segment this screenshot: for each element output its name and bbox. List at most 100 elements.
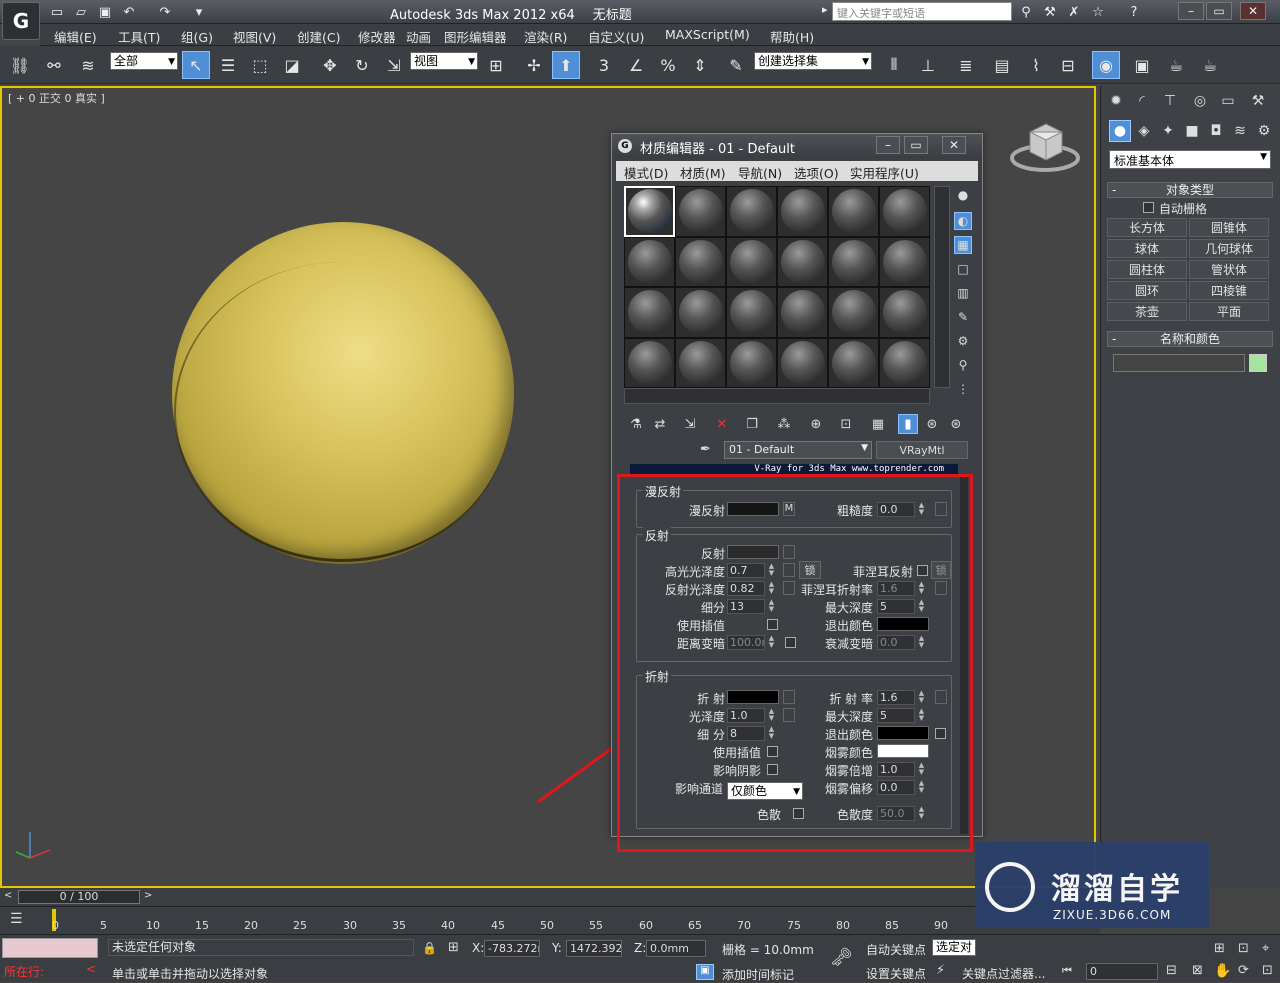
menu-customize[interactable]: 自定义(U) [588, 27, 644, 46]
sample-slot[interactable] [726, 287, 777, 338]
quick-access-dropdown-icon[interactable]: ▾ [190, 3, 208, 21]
me-menu-navigation[interactable]: 导航(N) [738, 163, 782, 182]
align-icon[interactable]: ⊥ [914, 51, 942, 79]
pivot-center-icon[interactable]: ⊞ [482, 51, 510, 79]
reset-map-icon[interactable]: ✕ [712, 414, 732, 434]
sample-type-icon[interactable]: ● [954, 186, 972, 204]
sample-slot[interactable] [675, 287, 726, 338]
open-file-icon[interactable]: ▱ [72, 3, 90, 21]
sample-slot[interactable] [675, 337, 726, 388]
modify-tab-icon[interactable]: ◜ [1131, 90, 1153, 112]
backlight-icon[interactable]: ◐ [954, 212, 972, 230]
expand-search-icon[interactable]: ▸ [822, 3, 828, 16]
save-file-icon[interactable]: ▣ [96, 3, 114, 21]
move-icon[interactable]: ✥ [316, 51, 344, 79]
mirror-icon[interactable]: ⫴ [880, 51, 908, 79]
material-type-button[interactable]: VRayMtl [876, 441, 968, 459]
pyramid-button[interactable]: 四棱锥 [1189, 281, 1269, 300]
menu-edit[interactable]: 编辑(E) [54, 27, 97, 46]
maximize-viewport-icon[interactable]: ⊠ [1192, 963, 1203, 978]
primitive-category-dropdown[interactable]: 标准基本体 [1109, 150, 1271, 169]
close-button[interactable]: ✕ [1240, 2, 1266, 20]
minimize-button[interactable]: – [1178, 2, 1204, 20]
zoom-extents-icon[interactable]: ⊞ [1214, 941, 1225, 956]
pick-material-eyedropper-icon[interactable]: ✒ [700, 442, 711, 457]
time-next-icon[interactable]: > [144, 890, 152, 901]
sample-slot[interactable] [777, 236, 828, 287]
sample-slot[interactable] [828, 236, 879, 287]
me-menu-modes[interactable]: 模式(D) [624, 163, 668, 182]
curve-editor-icon[interactable]: ⌇ [1022, 51, 1050, 79]
sample-slot[interactable] [624, 287, 675, 338]
sample-slot[interactable] [828, 337, 879, 388]
menu-animation[interactable]: 动画 [406, 27, 431, 46]
key-icon[interactable]: 🗝 [830, 947, 853, 968]
menu-modifiers[interactable]: 修改器 [358, 27, 396, 46]
maximize-button[interactable]: ▭ [1206, 2, 1232, 20]
create-tab-icon[interactable]: ✹ [1105, 90, 1127, 112]
named-selection-set-dropdown[interactable]: 创建选择集 [754, 52, 872, 70]
key-mode-dropdown[interactable]: 选定对 [932, 939, 976, 956]
copy-material-icon[interactable]: ❐ [742, 414, 762, 434]
reference-coordinate-dropdown[interactable]: 视图 [410, 52, 478, 70]
lock-selection-icon[interactable]: 🔒 [422, 941, 437, 955]
name-and-color-rollout[interactable]: 名称和颜色 [1107, 331, 1273, 347]
get-material-icon[interactable]: ⚗ [626, 414, 646, 434]
spacewarps-icon[interactable]: ≋ [1229, 120, 1251, 142]
hierarchy-tab-icon[interactable]: ⊤ [1159, 90, 1181, 112]
sample-slot[interactable] [777, 287, 828, 338]
make-unique-icon[interactable]: ⁂ [774, 414, 794, 434]
shapes-icon[interactable]: ◈ [1133, 120, 1155, 142]
autogrid-checkbox[interactable] [1143, 202, 1154, 213]
uv-tiling-icon[interactable]: □ [954, 260, 972, 278]
tube-button[interactable]: 管状体 [1189, 260, 1269, 279]
sample-slot[interactable] [879, 337, 930, 388]
unlink-icon[interactable]: ⚯ [40, 51, 68, 79]
mini-curve-editor-icon[interactable]: ☰ [10, 911, 23, 927]
select-object-icon[interactable]: ↖ [182, 51, 210, 79]
orbit-icon[interactable]: ⟳ [1238, 963, 1249, 978]
add-time-tag[interactable]: 添加时间标记 [722, 966, 794, 983]
sample-slot[interactable] [828, 186, 879, 237]
z-coord-input[interactable]: 0.0mm [646, 940, 706, 957]
search-input[interactable]: 键入关键字或短语 [832, 2, 1012, 21]
time-prev-icon[interactable]: < [4, 890, 12, 901]
material-id-channel-icon[interactable]: ⊡ [836, 414, 856, 434]
viewcube-icon[interactable] [1010, 120, 1080, 176]
show-end-result-icon[interactable]: ▮ [898, 414, 918, 434]
object-type-rollout[interactable]: 对象类型 [1107, 182, 1273, 198]
pan-hand-icon[interactable]: ✋ [1214, 963, 1231, 979]
options-icon[interactable]: ⚙ [954, 332, 972, 350]
redo-icon[interactable]: ↷ [156, 3, 174, 21]
geosphere-button[interactable]: 几何球体 [1189, 239, 1269, 258]
material-editor-icon[interactable]: ◉ [1092, 51, 1120, 79]
sample-slot[interactable] [675, 186, 726, 237]
menu-graph-editors[interactable]: 图形编辑器 [444, 27, 507, 46]
angle-snap-icon[interactable]: ∠ [622, 51, 650, 79]
select-manipulate-icon[interactable]: ✢ [520, 51, 548, 79]
lights-icon[interactable]: ✦ [1157, 120, 1179, 142]
menu-create[interactable]: 创建(C) [297, 27, 340, 46]
selection-filter-dropdown[interactable]: 全部 [110, 52, 178, 70]
new-file-icon[interactable]: ▭ [48, 3, 66, 21]
maxscript-listener-mini[interactable] [2, 938, 98, 958]
communication-icon[interactable]: ✗ [1064, 3, 1084, 21]
menu-group[interactable]: 组(G) [181, 27, 213, 46]
x-coord-input[interactable]: -783.272m [484, 940, 540, 957]
utilities-tab-icon[interactable]: ⚒ [1247, 90, 1269, 112]
menu-tools[interactable]: 工具(T) [118, 27, 160, 46]
sample-slot[interactable] [777, 186, 828, 237]
select-by-material-icon[interactable]: ⚲ [954, 356, 972, 374]
layer-manager-icon[interactable]: ≣ [952, 51, 980, 79]
current-frame-input[interactable]: 0 [1086, 963, 1158, 980]
background-icon[interactable]: ▦ [954, 236, 972, 254]
binoculars-icon[interactable]: ⚲ [1016, 3, 1036, 21]
time-slider[interactable]: 0 / 100 [18, 890, 140, 904]
field-of-view-icon[interactable]: ⌖ [1262, 941, 1269, 956]
percent-snap-icon[interactable]: % [654, 51, 682, 79]
sample-slot[interactable] [879, 287, 930, 338]
zoom-extents-all-icon[interactable]: ⊡ [1238, 941, 1249, 956]
slots-vertical-scrollbar[interactable] [934, 186, 950, 388]
menu-maxscript[interactable]: MAXScript(M) [665, 27, 750, 42]
undo-icon[interactable]: ↶ [120, 3, 138, 21]
